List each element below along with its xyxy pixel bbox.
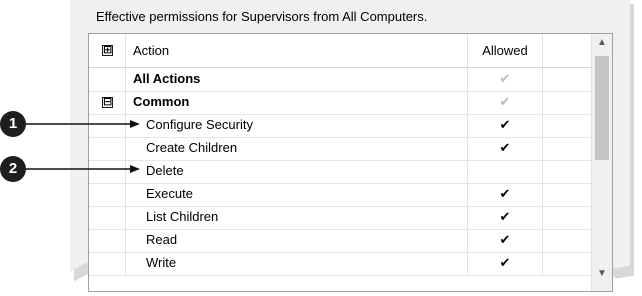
checkmark-icon: ✔ — [499, 140, 511, 155]
empty-cell — [543, 114, 594, 137]
empty-cell — [543, 68, 594, 91]
allowed-cell[interactable] — [468, 160, 543, 183]
scroll-up-icon[interactable]: ▲ — [592, 37, 612, 57]
allowed-cell[interactable]: ✔ — [468, 252, 543, 275]
column-header-empty — [543, 34, 594, 67]
checkmark-icon: ✔ — [499, 186, 511, 201]
checkmark-icon: ✔ — [499, 209, 511, 224]
scroll-down-icon[interactable]: ▼ — [592, 268, 612, 288]
checkmark-icon: ✔ — [499, 117, 511, 132]
vertical-scrollbar[interactable]: ▲ ▼ — [591, 34, 612, 291]
allowed-cell[interactable]: ✔ — [468, 91, 543, 114]
allowed-cell[interactable]: ✔ — [468, 206, 543, 229]
empty-cell — [543, 183, 594, 206]
checkmark-icon: ✔ — [499, 94, 511, 109]
allowed-cell[interactable]: ✔ — [468, 137, 543, 160]
scroll-thumb[interactable] — [595, 56, 609, 160]
empty-cell — [543, 229, 594, 252]
checkmark-icon: ✔ — [499, 232, 511, 247]
checkmark-icon: ✔ — [499, 255, 511, 270]
allowed-cell[interactable]: ✔ — [468, 68, 543, 91]
column-header-allowed[interactable]: Allowed — [468, 34, 543, 67]
empty-cell — [543, 206, 594, 229]
empty-cell — [543, 91, 594, 114]
allowed-cell[interactable]: ✔ — [468, 114, 543, 137]
allowed-cell[interactable]: ✔ — [468, 183, 543, 206]
empty-cell — [543, 160, 594, 183]
allowed-cell[interactable]: ✔ — [468, 229, 543, 252]
callout-arrow — [26, 165, 140, 173]
empty-cell — [543, 252, 594, 275]
empty-cell — [543, 137, 594, 160]
checkmark-icon: ✔ — [499, 71, 511, 86]
